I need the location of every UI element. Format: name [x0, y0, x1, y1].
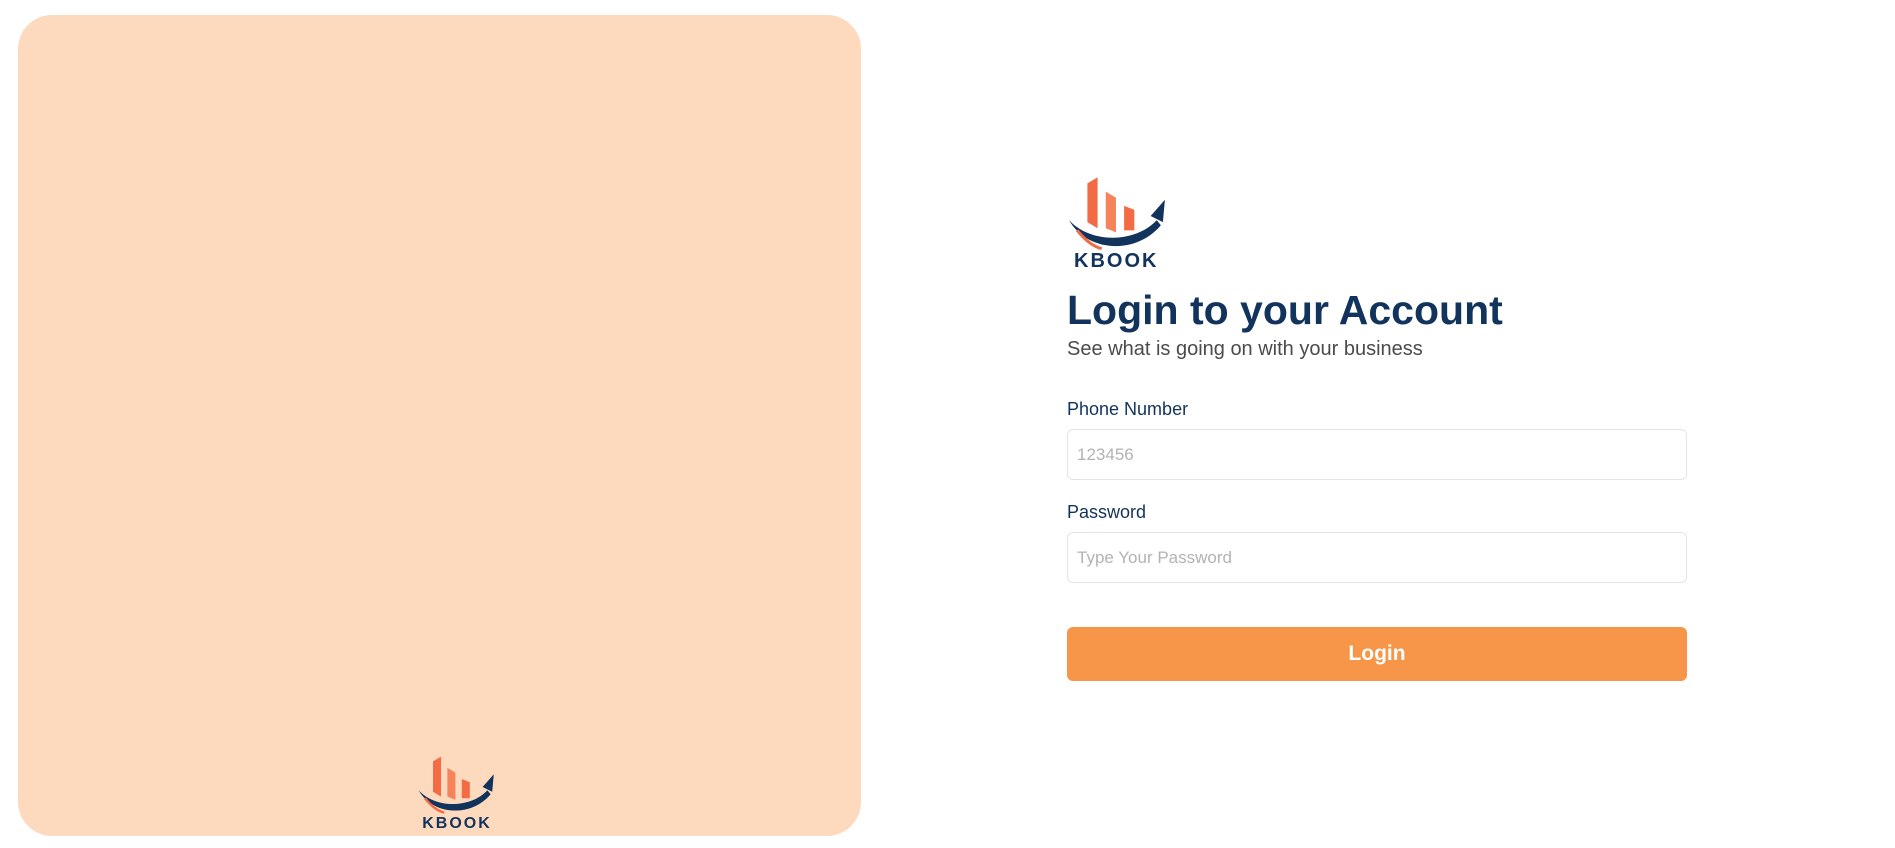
page-subtitle: See what is going on with your business: [1067, 338, 1423, 361]
phone-number-input[interactable]: [1067, 429, 1687, 481]
panel-logo-text: KBOOK: [422, 815, 492, 832]
password-input[interactable]: [1067, 532, 1687, 584]
page-title: Login to your Account: [1067, 287, 1503, 333]
phone-number-label: Phone Number: [1067, 399, 1189, 420]
illustration-panel: KBOOK: [18, 15, 861, 836]
login-page: KBOOK KBOOK Login to your Account See wh…: [0, 0, 1895, 848]
login-button[interactable]: Login: [1067, 627, 1687, 682]
brand-logo-text: KBOOK: [1074, 250, 1159, 272]
kbook-logo-icon: [418, 756, 494, 814]
login-form: KBOOK Login to your Account See what is …: [1067, 175, 1687, 682]
password-label: Password: [1067, 502, 1147, 523]
panel-logo: KBOOK: [402, 755, 512, 832]
brand-logo: KBOOK: [1067, 175, 1177, 271]
kbook-logo-icon: [1069, 177, 1165, 251]
